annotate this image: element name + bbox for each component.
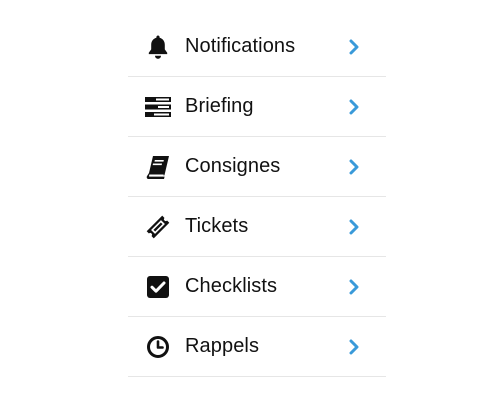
book-icon (145, 154, 171, 180)
menu-item-checklists[interactable]: Checklists (128, 257, 386, 317)
checkbox-icon (145, 274, 171, 300)
clock-icon (145, 334, 171, 360)
menu-item-label: Checklists (185, 275, 278, 297)
menu-item-label: Consignes (185, 155, 281, 177)
list-bars-icon (145, 94, 171, 120)
bell-icon (145, 34, 171, 60)
ticket-icon (145, 214, 171, 240)
menu-item-rappels[interactable]: Rappels (128, 317, 386, 377)
menu-item-label: Briefing (185, 95, 254, 117)
menu-item-label: Notifications (185, 35, 296, 57)
menu-item-briefing[interactable]: Briefing (128, 77, 386, 137)
chevron-right-icon (347, 278, 361, 296)
menu-item-consignes[interactable]: Consignes (128, 137, 386, 197)
menu-item-tickets[interactable]: Tickets (128, 197, 386, 257)
menu-item-notifications[interactable]: Notifications (128, 17, 386, 77)
menu-item-label: Tickets (185, 215, 249, 237)
settings-menu: Notifications Briefing Consignes Tickets… (128, 17, 386, 377)
chevron-right-icon (347, 38, 361, 56)
chevron-right-icon (347, 98, 361, 116)
menu-item-label: Rappels (185, 335, 260, 357)
chevron-right-icon (347, 158, 361, 176)
chevron-right-icon (347, 338, 361, 356)
chevron-right-icon (347, 218, 361, 236)
